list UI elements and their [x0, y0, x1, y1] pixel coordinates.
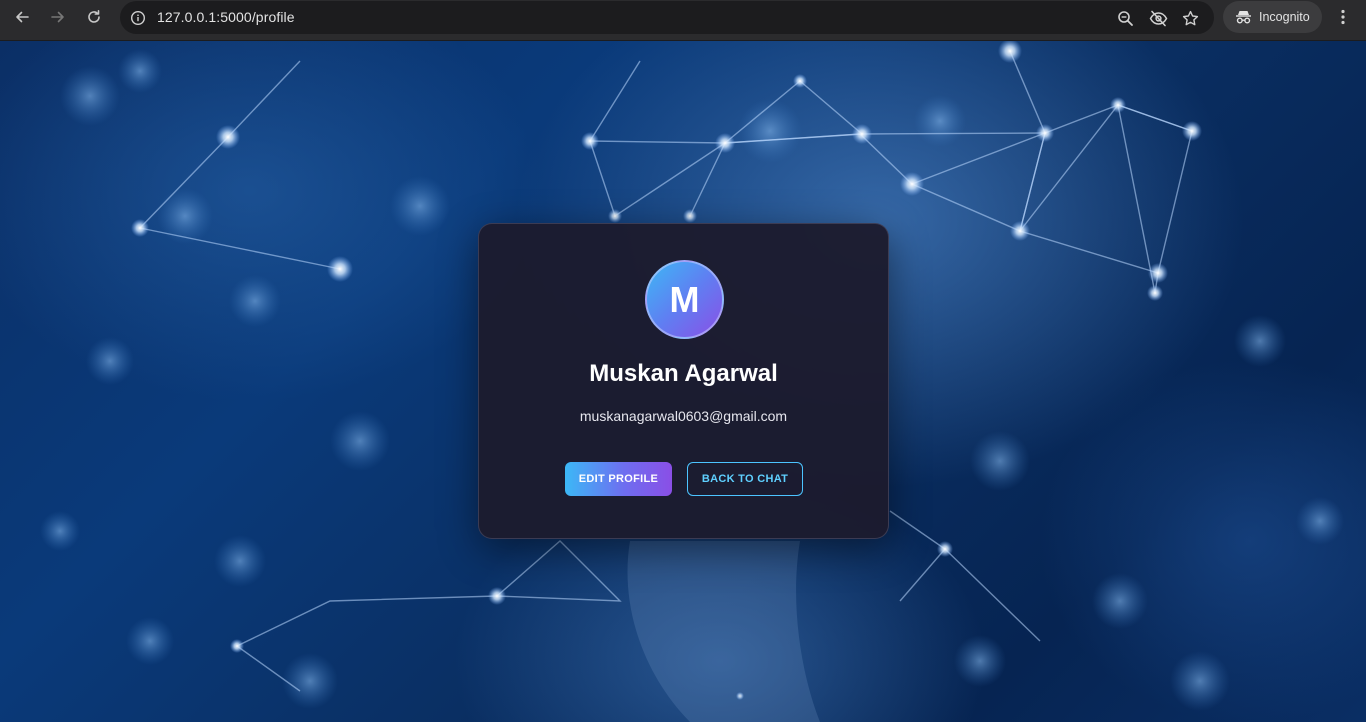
tracking-protection-button[interactable]: [1148, 8, 1168, 28]
page-viewport: M Muskan Agarwal muskanagarwal0603@gmail…: [0, 41, 1366, 722]
eye-off-icon: [1149, 10, 1167, 26]
avatar-initial: M: [669, 278, 700, 320]
reload-button[interactable]: [80, 3, 108, 31]
browser-toolbar: 127.0.0.1:5000/profile Incognito: [0, 0, 1366, 41]
reload-icon: [88, 10, 100, 23]
info-icon: [130, 10, 146, 26]
zoom-button[interactable]: [1115, 8, 1135, 28]
incognito-badge[interactable]: Incognito: [1223, 1, 1322, 33]
address-bar[interactable]: 127.0.0.1:5000/profile: [120, 1, 1214, 34]
back-button[interactable]: [8, 3, 36, 31]
profile-email: muskanagarwal0603@gmail.com: [579, 408, 788, 424]
profile-name: Muskan Agarwal: [589, 360, 778, 387]
arrow-left-icon: [16, 11, 29, 23]
back-to-chat-button[interactable]: BACK TO CHAT: [687, 462, 803, 496]
bookmark-button[interactable]: [1180, 8, 1200, 28]
forward-button[interactable]: [44, 3, 72, 31]
profile-card: M Muskan Agarwal muskanagarwal0603@gmail…: [478, 223, 889, 539]
edit-profile-button[interactable]: EDIT PROFILE: [565, 462, 672, 496]
arrow-right-icon: [51, 11, 64, 23]
url-text[interactable]: 127.0.0.1:5000/profile: [157, 9, 295, 25]
incognito-icon: [1236, 11, 1251, 24]
site-info-button[interactable]: [128, 8, 148, 28]
zoom-icon: [1117, 10, 1133, 26]
incognito-label: Incognito: [1259, 10, 1310, 24]
avatar: M: [645, 260, 724, 339]
kebab-menu-icon: [1341, 9, 1345, 25]
star-icon: [1182, 10, 1198, 25]
browser-menu-button[interactable]: [1333, 6, 1353, 28]
